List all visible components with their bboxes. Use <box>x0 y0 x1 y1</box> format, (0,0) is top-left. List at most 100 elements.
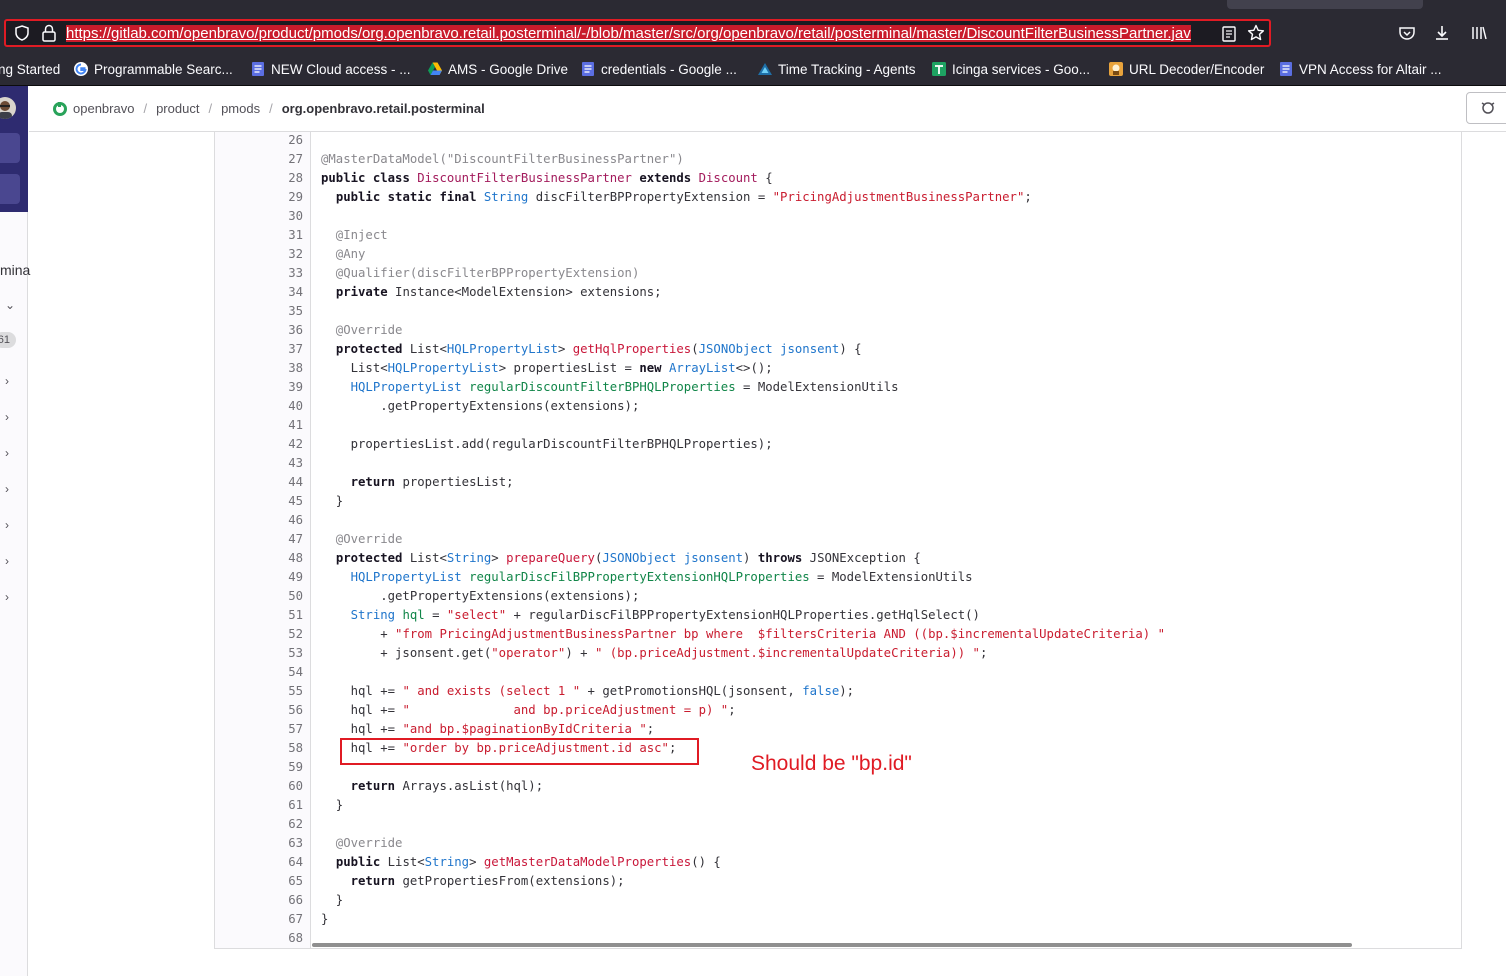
reader-view-icon[interactable] <box>1221 25 1237 43</box>
line-number[interactable]: 61 <box>215 796 303 815</box>
pocket-icon[interactable] <box>1398 24 1416 42</box>
line-number[interactable]: 66 <box>215 891 303 910</box>
line-number[interactable]: 41 <box>215 416 303 435</box>
line-number[interactable]: 55 <box>215 682 303 701</box>
lock-icon[interactable] <box>41 24 57 42</box>
line-number[interactable]: 60 <box>215 777 303 796</box>
google-icon <box>74 62 88 76</box>
bookmark-time-tracking[interactable]: Time Tracking - Agents <box>757 60 916 78</box>
sidebar-project-name[interactable]: mina <box>0 262 30 278</box>
line-number[interactable]: 50 <box>215 587 303 606</box>
avatar[interactable] <box>0 97 16 119</box>
line-number[interactable]: 49 <box>215 568 303 587</box>
line-number[interactable]: 30 <box>215 207 303 226</box>
code-line: 36 @Override <box>215 321 1461 340</box>
code-line: 28 public class DiscountFilterBusinessPar… <box>215 169 1461 188</box>
horizontal-scrollbar[interactable] <box>312 943 1352 947</box>
tracking-protection-shield-icon[interactable] <box>14 25 30 41</box>
line-number[interactable]: 54 <box>215 663 303 682</box>
code-line: 64 public List<String> getMasterDataMode… <box>215 853 1461 872</box>
bookmark-new-cloud-access[interactable]: NEW Cloud access - ... <box>250 60 411 78</box>
line-number[interactable]: 44 <box>215 473 303 492</box>
line-number[interactable]: 43 <box>215 454 303 473</box>
line-number[interactable]: 62 <box>215 815 303 834</box>
line-number[interactable]: 52 <box>215 625 303 644</box>
line-number[interactable]: 38 <box>215 359 303 378</box>
code-line: 67} <box>215 910 1461 929</box>
line-number[interactable]: 51 <box>215 606 303 625</box>
code-text: } <box>321 893 344 907</box>
code-line: 51 String hql = "select" + regularDiscFi… <box>215 606 1461 625</box>
line-number[interactable]: 65 <box>215 872 303 891</box>
library-icon[interactable] <box>1470 24 1488 42</box>
breadcrumb-item-openbravo[interactable]: openbravo <box>73 101 134 116</box>
line-number[interactable]: 67 <box>215 910 303 929</box>
line-number[interactable]: 35 <box>215 302 303 321</box>
url-bar[interactable]: https://gitlab.com/openbravo/product/pmo… <box>4 19 1271 47</box>
bookmark-star-icon[interactable] <box>1247 24 1265 42</box>
bookmark-icinga-services[interactable]: Icinga services - Goo... <box>931 60 1090 78</box>
bookmark-label: Icinga services - Goo... <box>952 61 1091 77</box>
breadcrumb-item-product[interactable]: product <box>156 101 199 116</box>
chevron-right-icon[interactable]: › <box>5 374 9 388</box>
bookmark-programmable-search[interactable]: Programmable Searc... <box>73 60 233 78</box>
line-number[interactable]: 40 <box>215 397 303 416</box>
line-number[interactable]: 64 <box>215 853 303 872</box>
code-text: .getPropertyExtensions(extensions); <box>321 399 640 413</box>
chevron-right-icon[interactable]: › <box>5 554 9 568</box>
bookmark-url-decoder[interactable]: URL Decoder/Encoder <box>1108 60 1264 78</box>
line-number[interactable]: 46 <box>215 511 303 530</box>
line-number[interactable]: 58 <box>215 739 303 758</box>
code-line: 56 hql += " and bp.priceAdjustment = p) … <box>215 701 1461 720</box>
breadcrumb-item-project[interactable]: org.openbravo.retail.posterminal <box>282 101 485 116</box>
line-number[interactable]: 36 <box>215 321 303 340</box>
docs-icon <box>1280 62 1292 76</box>
line-number[interactable]: 42 <box>215 435 303 454</box>
line-number[interactable]: 37 <box>215 340 303 359</box>
docs-icon <box>252 62 264 76</box>
line-number[interactable]: 34 <box>215 283 303 302</box>
sidebar-search-button[interactable] <box>0 174 20 204</box>
chevron-right-icon[interactable]: › <box>5 410 9 424</box>
blob-code-viewer: 26 27 @MasterDataModel("DiscountFilterBusi… <box>214 132 1462 949</box>
downloads-icon[interactable] <box>1433 24 1451 42</box>
line-number[interactable]: 27 <box>215 150 303 169</box>
line-number[interactable]: 31 <box>215 226 303 245</box>
code-text: @Qualifier(discFilterBPPropertyExtension… <box>321 266 640 280</box>
line-number[interactable]: 68 <box>215 929 303 948</box>
bookmark-getting-started[interactable]: ng Started <box>0 60 60 78</box>
code-line: 27 @MasterDataModel("DiscountFilterBusine… <box>215 150 1461 169</box>
chevron-right-icon[interactable]: › <box>5 446 9 460</box>
chevron-right-icon[interactable]: › <box>5 518 9 532</box>
line-number[interactable]: 26 <box>215 132 303 150</box>
bookmark-credentials[interactable]: credentials - Google ... <box>580 60 737 78</box>
code-line: 39 HQLPropertyList regularDiscountFilter… <box>215 378 1461 397</box>
gitlab-top-header: openbravo / product / pmods / org.openbr… <box>29 86 1506 132</box>
line-number[interactable]: 59 <box>215 758 303 777</box>
line-number[interactable]: 57 <box>215 720 303 739</box>
chevron-right-icon[interactable]: › <box>5 590 9 604</box>
code-line: 33 @Qualifier(discFilterBPPropertyExtens… <box>215 264 1461 283</box>
line-number[interactable]: 56 <box>215 701 303 720</box>
chevron-right-icon[interactable]: › <box>5 482 9 496</box>
bookmark-vpn-access[interactable]: VPN Access for Altair ... <box>1278 60 1442 78</box>
line-number[interactable]: 47 <box>215 530 303 549</box>
sidebar-context-switcher[interactable] <box>0 133 20 163</box>
line-number[interactable]: 48 <box>215 549 303 568</box>
browser-tab[interactable] <box>1227 0 1423 9</box>
code-line: 57 hql += "and bp.$paginationByIdCriteri… <box>215 720 1461 739</box>
header-action-button[interactable] <box>1466 92 1506 124</box>
bookmark-ams-google-drive[interactable]: AMS - Google Drive <box>427 60 568 78</box>
line-number[interactable]: 28 <box>215 169 303 188</box>
line-number[interactable]: 53 <box>215 644 303 663</box>
annotation-note: Should be "bp.id" <box>751 752 912 775</box>
line-number[interactable]: 29 <box>215 188 303 207</box>
breadcrumb-item-pmods[interactable]: pmods <box>221 101 260 116</box>
chevron-down-icon[interactable]: ⌄ <box>5 298 15 312</box>
line-number[interactable]: 45 <box>215 492 303 511</box>
line-number[interactable]: 39 <box>215 378 303 397</box>
line-number[interactable]: 63 <box>215 834 303 853</box>
url-text[interactable]: https://gitlab.com/openbravo/product/pmo… <box>66 24 1216 44</box>
line-number[interactable]: 33 <box>215 264 303 283</box>
line-number[interactable]: 32 <box>215 245 303 264</box>
